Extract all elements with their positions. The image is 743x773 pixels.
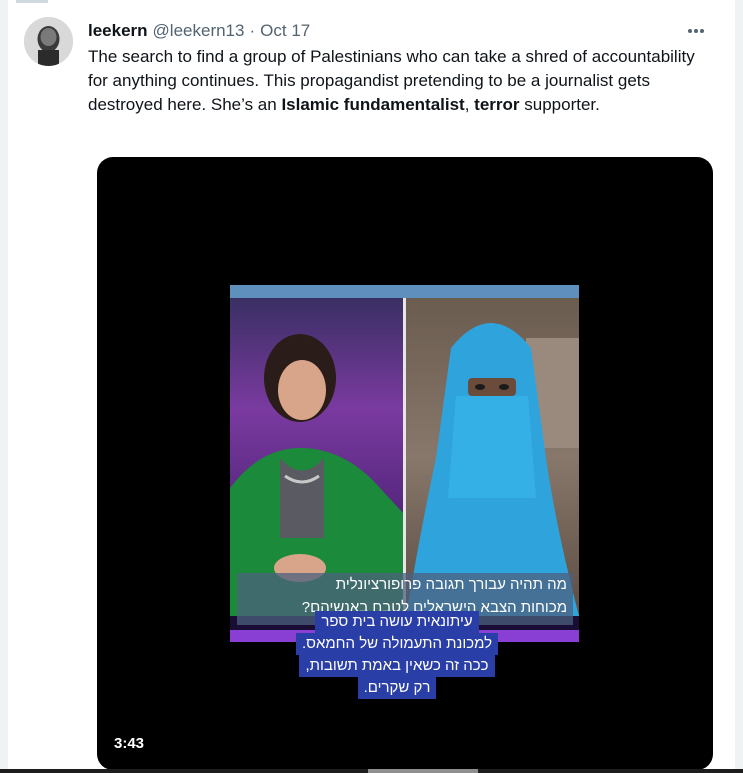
- author-name[interactable]: leekern: [88, 21, 148, 41]
- page-left-gutter: [0, 0, 8, 773]
- scrollbar-thumb[interactable]: [368, 769, 478, 773]
- subtitle-line: למכונת התעמולה של החמאס.: [295, 633, 499, 655]
- more-options-button[interactable]: [683, 20, 709, 42]
- presenter-figure: [230, 334, 403, 616]
- video-top-border: [230, 285, 579, 298]
- avatar-image: [24, 17, 73, 66]
- separator-dot: ·: [249, 21, 256, 40]
- tweet-card[interactable]: leekern @leekern13 · Oct 17 The search t…: [8, 0, 735, 773]
- tweet-text-bold1: Islamic fundamentalist: [281, 95, 465, 114]
- subtitle-line: רק שקרים.: [357, 677, 437, 699]
- video-frame: מה תהיה עבורך תגובה פרופורציונלית מכוחות…: [230, 285, 579, 642]
- tweet-text-bold2: terror: [474, 95, 520, 114]
- video-right-pane: [406, 298, 579, 616]
- tweet-date[interactable]: Oct 17: [260, 21, 310, 41]
- author-handle[interactable]: @leekern13: [153, 21, 245, 41]
- more-horizontal-icon: [688, 29, 704, 33]
- subtitle-line: ככה זה כשאין באמת תשובות,: [299, 655, 495, 677]
- page-right-gutter: [735, 0, 743, 773]
- video-left-pane: [230, 298, 403, 616]
- tweet-text-part2: ,: [464, 95, 475, 114]
- horizontal-scrollbar[interactable]: [0, 769, 743, 773]
- video-caption-line1: מה תהיה עבורך תגובה פרופורציונלית: [335, 576, 567, 593]
- guest-figure: [406, 323, 579, 616]
- video-duration: 3:43: [114, 735, 145, 752]
- video-subtitles: עיתונאית עושה בית ספר למכונת התעמולה של …: [277, 611, 517, 699]
- tweet-header: leekern @leekern13 · Oct 17: [88, 20, 735, 42]
- tweet-text: The search to find a group of Palestinia…: [88, 45, 708, 117]
- subtitle-line: עיתונאית עושה בית ספר: [315, 611, 479, 633]
- video-player[interactable]: מה תהיה עבורך תגובה פרופורציונלית מכוחות…: [97, 157, 713, 770]
- tweet-text-part3: supporter.: [519, 95, 600, 114]
- author-avatar[interactable]: [24, 17, 73, 66]
- top-divider: [16, 0, 48, 3]
